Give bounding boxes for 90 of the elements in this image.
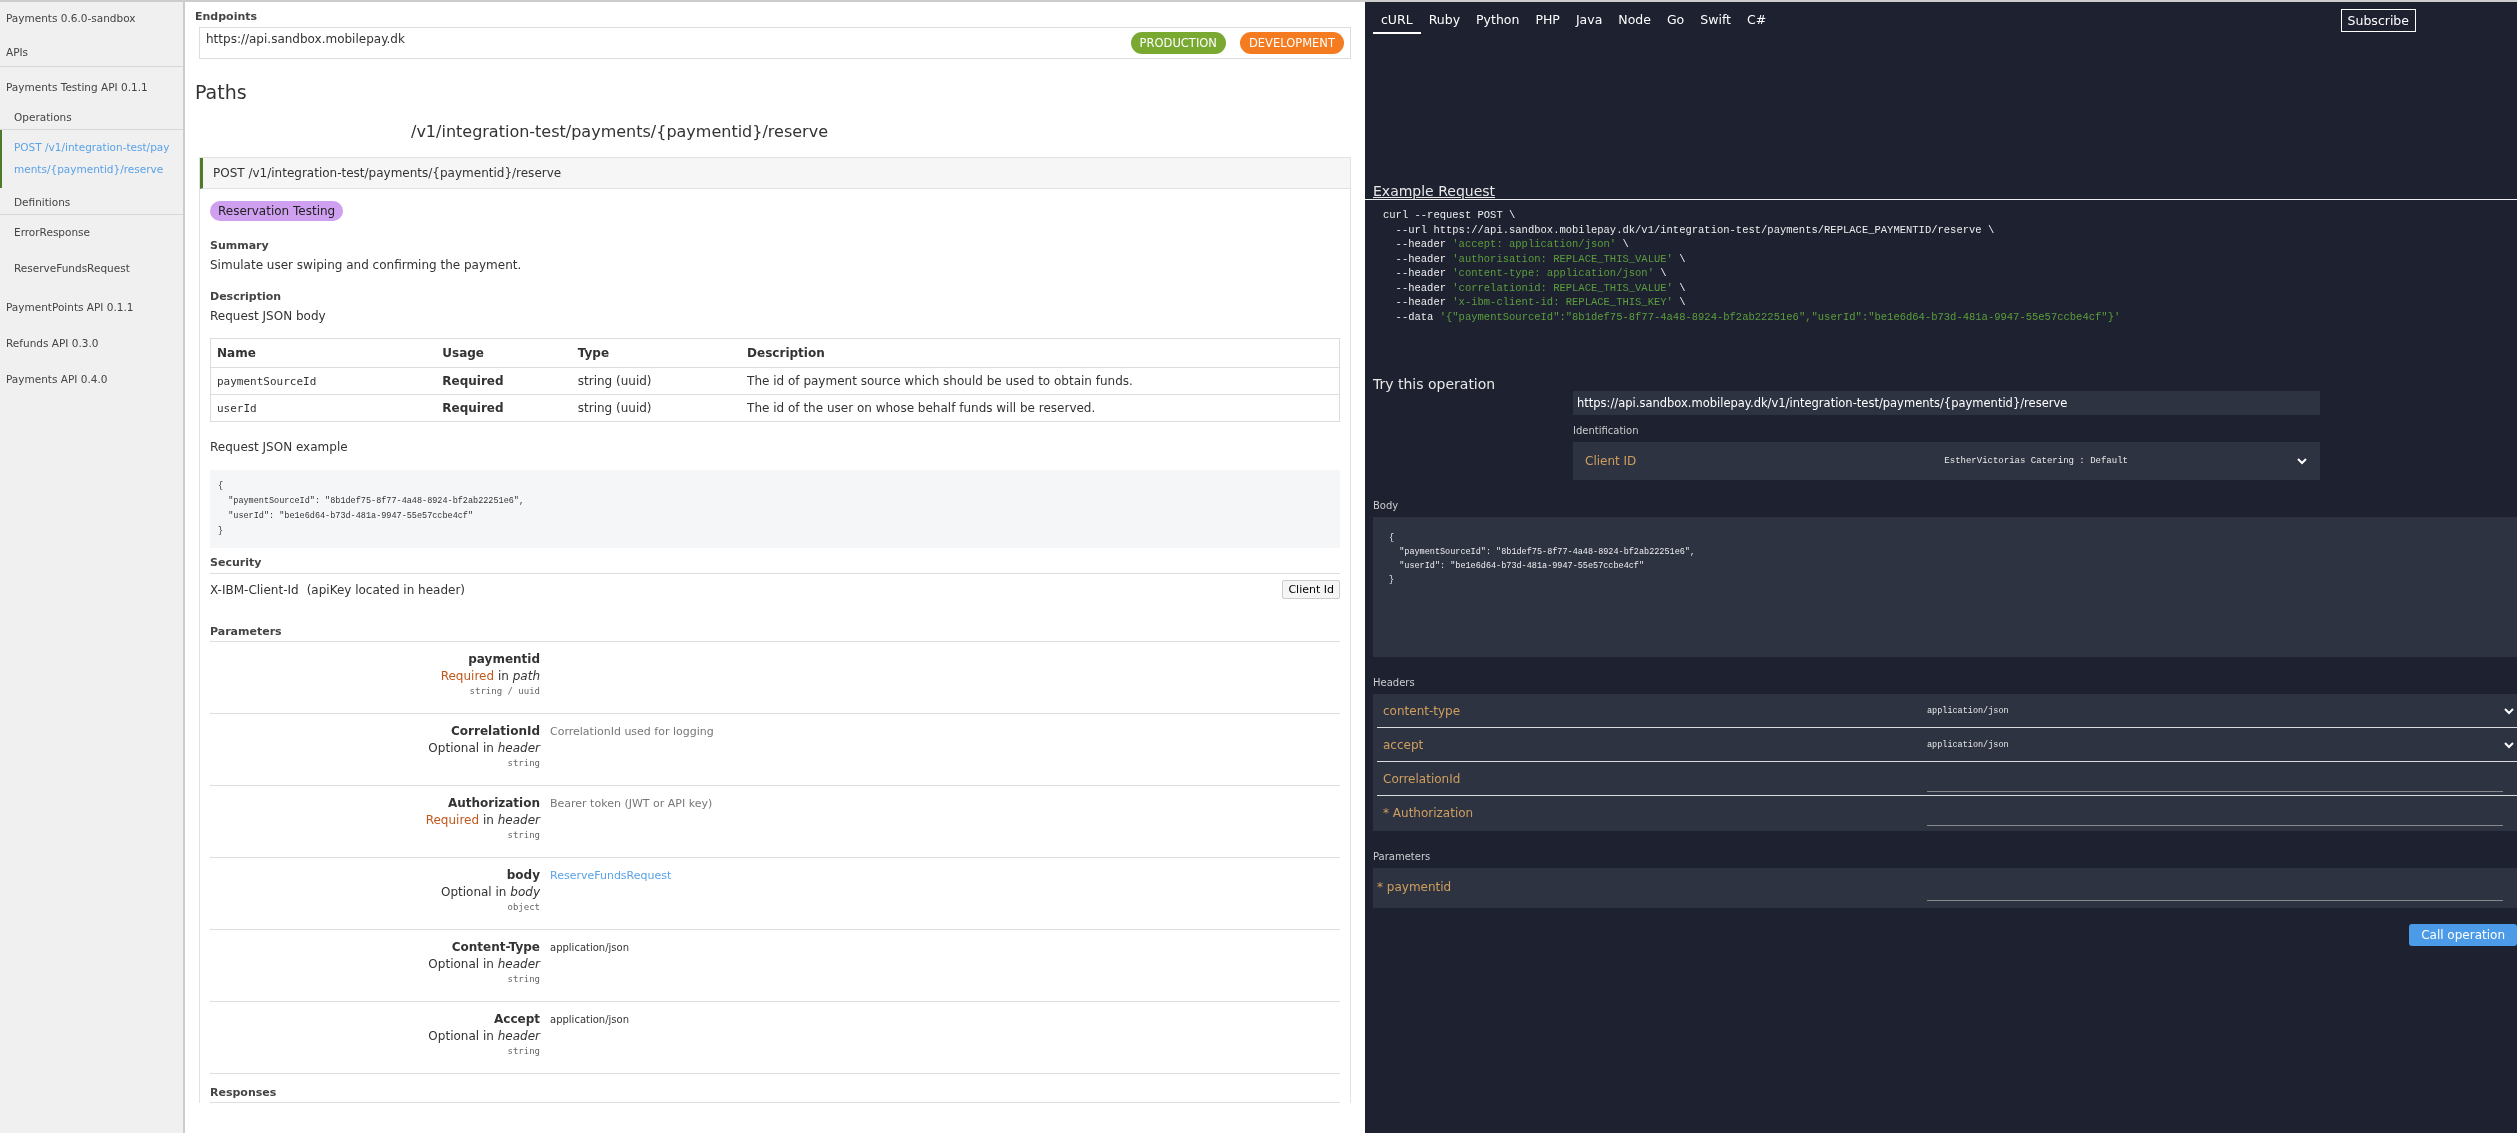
parameter-name: paymentid <box>468 652 540 666</box>
parameter-type: string <box>507 1046 540 1056</box>
language-tab[interactable]: Go <box>1658 6 1693 34</box>
try-title: Try this operation <box>1373 376 1497 392</box>
api-link[interactable]: PaymentPoints API 0.1.1 <box>0 287 183 323</box>
sidebar-item[interactable]: ReserveFundsRequest <box>0 251 183 287</box>
url-field[interactable]: https://api.sandbox.mobilepay.dk/v1/integration-test/payments/{paymentid}/reserve <box>1573 391 2320 415</box>
parameters-label: Parameters <box>1373 851 1432 862</box>
sidebar-item[interactable]: ErrorResponse <box>0 215 183 251</box>
table-cell: string (uuid) <box>571 394 742 422</box>
headers-label: Headers <box>1373 677 1416 688</box>
endpoints-label: Endpoints <box>195 10 259 23</box>
language-tab[interactable]: Ruby <box>1420 6 1469 34</box>
api-link[interactable]: Refunds API 0.3.0 <box>0 323 183 359</box>
column-header: Description <box>741 338 1340 368</box>
subscribe-button[interactable]: Subscribe <box>2340 8 2416 32</box>
language-tab[interactable]: PHP <box>1527 6 1568 34</box>
parameter-description: application/json <box>550 942 629 953</box>
chevron-down-icon <box>2296 455 2308 467</box>
operation-header[interactable]: POST /v1/integration-test/payments/{paymentid}/reserve <box>200 158 1350 189</box>
parameter-usage: Required in path <box>440 669 540 683</box>
responses-label: Responses <box>210 1086 1340 1103</box>
header-name: * Authorization <box>1382 805 1475 820</box>
header-value-select[interactable]: application/json <box>1927 705 2503 716</box>
summary-label: Summary <box>210 239 270 252</box>
description-label: Description <box>210 290 283 303</box>
language-tab[interactable]: Swift <box>1692 6 1739 34</box>
parameter-type: string <box>507 758 540 768</box>
body-label: Body <box>1373 500 1400 511</box>
sidebar-section: APIs <box>0 36 183 67</box>
language-tab[interactable]: Python <box>1468 6 1528 34</box>
parameter-description: Bearer token (JWT or API key) <box>550 797 713 810</box>
header-value-select[interactable]: application/json <box>1927 739 2503 750</box>
table-cell: The id of payment source which should be used to obtain funds. <box>741 367 1340 395</box>
table-cell: Required <box>436 394 572 422</box>
table-cell: Required <box>436 367 572 395</box>
example-label: Request JSON example <box>210 440 348 454</box>
table-cell: userId <box>210 394 437 422</box>
security-note: (apiKey located in header) <box>306 582 466 597</box>
summary-text: Simulate user swiping and confirming the payment. <box>210 258 523 272</box>
header-name: content-type <box>1382 703 1462 718</box>
parameter-name: * paymentid <box>1377 880 1453 894</box>
sidebar-group-label: Definitions <box>0 188 183 215</box>
sidebar-group-label: Operations <box>0 103 183 130</box>
language-tab[interactable]: cURL <box>1373 6 1421 34</box>
api-link[interactable]: Payments Testing API 0.1.1 <box>0 67 183 103</box>
parameter-usage: Optional in header <box>428 1029 540 1043</box>
security-label: Security <box>210 556 263 569</box>
sidebar-title: Payments 0.6.0-sandbox <box>5 12 137 26</box>
parameter-name: body <box>506 868 540 882</box>
identification-label: Identification <box>1573 425 1640 436</box>
parameter-usage: Optional in header <box>428 741 540 755</box>
example-request-title: Example Request <box>1365 183 2517 200</box>
security-scheme: X-IBM-Client-Id <box>210 582 299 597</box>
language-tab[interactable]: Java <box>1567 6 1611 34</box>
parameter-usage: Optional in header <box>428 957 540 971</box>
tag-badge: Reservation Testing <box>210 201 344 221</box>
parameter-usage: Optional in body <box>440 885 540 899</box>
client-id-select[interactable]: Client ID EstherVictorias Catering : Default <box>1573 442 2320 480</box>
parameter-description: application/json <box>550 1014 629 1025</box>
curl-code: curl --request POST \ --url https://api.sandbox.mobilepay.dk/v1/integration-test/payments/REPLACE_PAYMENTID/reserve \ --header 'accept: application/json' \ --header 'authorisation: REPLACE_THIS_VALUE' \ --header 'content-type: application/json' \ --header 'correlationid: REPLACE_THIS_VALUE' \ --header 'x-ibm-client-id: REPLACE_THIS_KEY' \ --data '{"paymentSourceId":"8b1def75-8f77-4a48-8924-bf2ab22251e6","userId":"be1e6d64-b73d-481a-9947-55e57ccbe4cf"}' <box>1383 208 2122 324</box>
table-cell: paymentSourceId <box>210 367 437 395</box>
parameter-type: string / uuid <box>469 686 540 696</box>
parameter-type: string <box>507 830 540 840</box>
column-header: Type <box>571 338 742 368</box>
paths-heading: Paths <box>195 81 248 103</box>
parameter-name: CorrelationId <box>451 724 540 738</box>
body-editor[interactable]: { "paymentSourceId": "8b1def75-8f77-4a48-8924-bf2ab22251e6", "userId": "be1e6d64-b73d-481a-9947-55e57ccbe4cf" } <box>1373 517 2517 657</box>
parameter-type: object <box>507 902 540 912</box>
api-link[interactable]: Payments API 0.4.0 <box>0 359 183 395</box>
parameter-type: string <box>507 974 540 984</box>
client-id-button[interactable]: Client Id <box>1282 580 1340 599</box>
language-tab[interactable]: C# <box>1739 6 1775 34</box>
endpoint-url: https://api.sandbox.mobilepay.dk <box>206 31 406 46</box>
column-header: Name <box>210 338 437 368</box>
parameter-description: CorrelationId used for logging <box>550 725 714 738</box>
parameter-name: Authorization <box>447 796 540 810</box>
parameter-name: Content-Type <box>451 940 540 954</box>
language-tab[interactable]: Node <box>1610 6 1659 34</box>
table-cell: The id of the user on whose behalf funds will be reserved. <box>741 394 1340 422</box>
column-header: Usage <box>436 338 572 368</box>
parameters-label: Parameters <box>210 625 1340 642</box>
description-text: Request JSON body <box>210 309 327 323</box>
code-block: { "paymentSourceId": "8b1def75-8f77-4a48-8924-bf2ab22251e6", "userId": "be1e6d64-b73d-481a-9947-55e57ccbe4cf" } <box>210 470 1340 548</box>
table-cell: string (uuid) <box>571 367 742 395</box>
parameter-usage: Required in header <box>425 813 540 827</box>
path-title: /v1/integration-test/payments/{paymentid}/reserve <box>411 122 829 141</box>
header-name: accept <box>1382 737 1425 752</box>
parameter-name: Accept <box>494 1012 540 1026</box>
header-name: CorrelationId <box>1382 771 1462 786</box>
